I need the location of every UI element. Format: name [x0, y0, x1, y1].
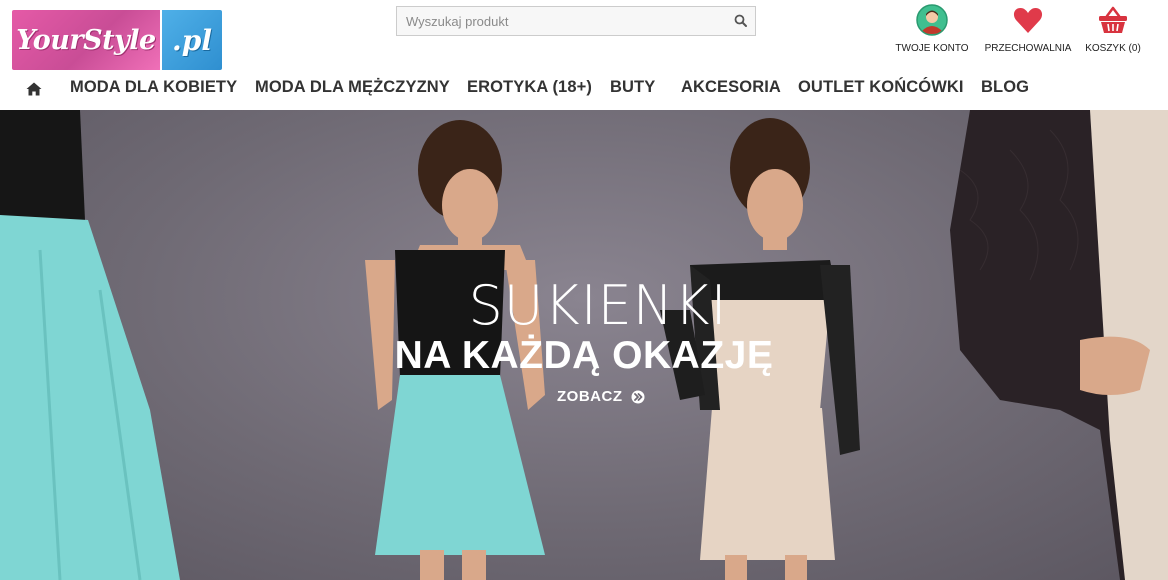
double-chevron-right-icon: [631, 390, 644, 403]
logo-text-domain: .pl: [172, 23, 212, 57]
nav-item-shoes[interactable]: BUTY: [610, 78, 655, 97]
logo-text-main: YourStyle: [16, 24, 156, 56]
heart-icon: [1013, 8, 1043, 33]
user-avatar-icon: [916, 4, 948, 36]
site-logo[interactable]: YourStyle .pl: [12, 10, 222, 70]
logo-part-main: YourStyle: [12, 10, 160, 70]
account-link[interactable]: TWOJE KONTO: [893, 4, 971, 54]
search-icon[interactable]: [733, 13, 749, 29]
cart-link[interactable]: KOSZYK (0): [1082, 4, 1144, 54]
account-label: TWOJE KONTO: [895, 43, 969, 54]
search-box: [396, 6, 756, 36]
hero-cta-button[interactable]: ZOBACZ: [557, 388, 645, 405]
logo-part-domain: .pl: [162, 10, 222, 70]
hero-cta-label: ZOBACZ: [557, 388, 623, 405]
wishlist-link[interactable]: PRZECHOWALNIA: [982, 4, 1074, 54]
nav-item-accessories[interactable]: AKCESORIA: [681, 78, 781, 97]
hero-photo: [0, 110, 1168, 580]
nav-item-men[interactable]: MODA DLA MĘŻCZYZNY: [255, 78, 450, 97]
cart-label: KOSZYK (0): [1085, 43, 1141, 54]
nav-item-women[interactable]: MODA DLA KOBIETY: [70, 78, 237, 97]
home-icon[interactable]: [26, 82, 42, 96]
main-nav: MODA DLA KOBIETY MODA DLA MĘŻCZYZNY EROT…: [0, 68, 1168, 111]
nav-item-outlet[interactable]: OUTLET KOŃCÓWKI: [798, 78, 964, 97]
nav-item-erotica[interactable]: EROTYKA (18+): [467, 78, 592, 97]
nav-item-blog[interactable]: BLOG: [981, 78, 1029, 97]
search-input[interactable]: [397, 7, 726, 35]
site-header: YourStyle .pl TWOJE KONTO PRZECHOWALNIA: [0, 0, 1168, 111]
basket-icon: [1099, 6, 1127, 33]
wishlist-label: PRZECHOWALNIA: [984, 43, 1072, 54]
hero-banner[interactable]: SUKIENKI NA KAŻDĄ OKAZJĘ ZOBACZ: [0, 110, 1168, 580]
